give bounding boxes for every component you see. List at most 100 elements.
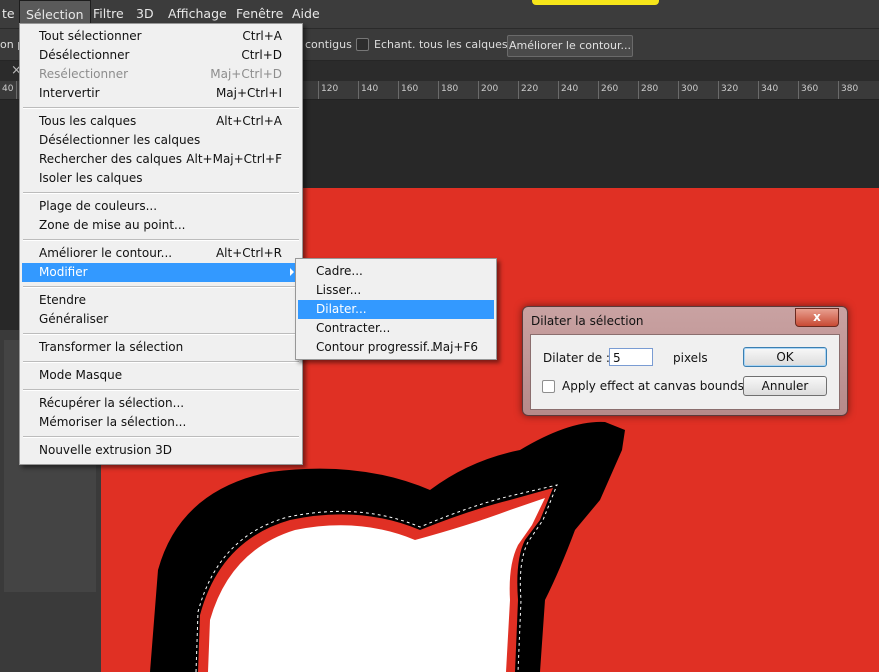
menu-item-label: Rechercher des calques [39, 152, 182, 166]
menu-item-label: Désélectionner [39, 48, 130, 62]
menu-item-label: Transformer la sélection [39, 340, 184, 354]
ruler-tick: 300 [681, 84, 699, 94]
menu-item-label: Dilater... [316, 302, 367, 316]
submenu-item-feather[interactable]: Contour progressif... Maj+F6 [298, 338, 494, 357]
menu-item-label: Tous les calques [39, 114, 137, 128]
ruler-tick: 260 [601, 84, 619, 94]
menu-separator [23, 107, 299, 109]
menu-item-label: Désélectionner les calques [39, 133, 201, 147]
menu-item-shortcut: Alt+Ctrl+A [216, 114, 282, 128]
menu-item-inverse[interactable]: Intervertir Maj+Ctrl+I [22, 84, 300, 103]
canvas-bounds-checkbox[interactable] [542, 380, 555, 393]
menu-item-label: Modifier [39, 265, 88, 279]
menu-item-label: Récupérer la sélection... [39, 396, 185, 410]
dialog-body: Dilater de : 5 pixels Apply effect at ca… [530, 334, 840, 410]
menu-item-label: Lisser... [316, 283, 362, 297]
ruler-tick: 280 [641, 84, 659, 94]
submenu-item-contract[interactable]: Contracter... [298, 319, 494, 338]
cancel-button[interactable]: Annuler [743, 376, 827, 396]
menu-item-label: Généraliser [39, 312, 109, 326]
ruler-tick: 340 [761, 84, 779, 94]
modify-submenu: Cadre... Lisser... Dilater... Contracter… [295, 258, 497, 360]
ruler-tick: 360 [801, 84, 819, 94]
menu-item-label: Tout sélectionner [39, 29, 142, 43]
menu-item-shortcut: Alt+Maj+Ctrl+F [186, 152, 282, 166]
canvas-bounds-label: Apply effect at canvas bounds [562, 379, 744, 393]
window-indicator [532, 0, 659, 5]
menu-separator [23, 361, 299, 363]
menu-item-label: Resélectionner [39, 67, 129, 81]
menu-item-save-selection[interactable]: Mémoriser la sélection... [22, 413, 300, 432]
menu-separator [23, 192, 299, 194]
menu-item-shortcut: Maj+Ctrl+I [215, 86, 282, 100]
menu-item-find-layers[interactable]: Rechercher des calques Alt+Maj+Ctrl+F [22, 150, 300, 169]
menu-item-shortcut: Maj+F6 [432, 340, 478, 354]
menu-item-label: Plage de couleurs... [39, 199, 158, 213]
dialog-title: Dilater la sélection [531, 314, 644, 328]
menu-item-grow[interactable]: Etendre [22, 291, 300, 310]
expand-by-label: Dilater de : [543, 351, 610, 365]
menu-item-shortcut: Alt+Ctrl+R [215, 246, 282, 260]
menu-item-label: Améliorer le contour... [39, 246, 173, 260]
menu-item-shortcut: Ctrl+A [242, 29, 282, 43]
contiguous-label: contigus [305, 38, 352, 51]
submenu-item-border[interactable]: Cadre... [298, 262, 494, 281]
ruler-tick: 40 [2, 84, 14, 94]
menu-item-label: Zone de mise au point... [39, 218, 186, 232]
menu-item-modify[interactable]: Modifier [22, 263, 300, 282]
menu-item-all-layers[interactable]: Tous les calques Alt+Ctrl+A [22, 112, 300, 131]
menu-separator [23, 286, 299, 288]
menu-item-label: Intervertir [39, 86, 100, 100]
ruler-tick: 160 [401, 84, 419, 94]
ruler-tick: 140 [361, 84, 379, 94]
sample-all-checkbox[interactable] [356, 38, 369, 51]
ruler-tick: 380 [841, 84, 859, 94]
menu-separator [23, 239, 299, 241]
menu-item-color-range[interactable]: Plage de couleurs... [22, 197, 300, 216]
menu-item-label: Cadre... [316, 264, 363, 278]
menu-item-label: Contour progressif... [316, 340, 438, 354]
submenu-item-expand[interactable]: Dilater... [298, 300, 494, 319]
menu-item-isolate-layers[interactable]: Isoler les calques [22, 169, 300, 188]
menu-item-load-selection[interactable]: Récupérer la sélection... [22, 394, 300, 413]
close-button[interactable]: x [795, 308, 839, 327]
menu-item-similar[interactable]: Généraliser [22, 310, 300, 329]
sample-all-label: Echant. tous les calques [374, 38, 508, 51]
ok-button[interactable]: OK [743, 347, 827, 367]
menu-item-shortcut: Ctrl+D [241, 48, 282, 62]
menu-separator [23, 436, 299, 438]
menu-item-shortcut: Maj+Ctrl+D [210, 67, 282, 81]
menu-separator [23, 389, 299, 391]
menu-item-refine-edge[interactable]: Améliorer le contour... Alt+Ctrl+R [22, 244, 300, 263]
expand-selection-dialog: Dilater la sélection x Dilater de : 5 pi… [522, 306, 848, 416]
close-icon: x [813, 310, 821, 324]
menu-edit[interactable]: te [0, 0, 21, 28]
menu-item-label: Mode Masque [39, 368, 123, 382]
unit-label: pixels [673, 351, 708, 365]
ruler-tick: 120 [321, 84, 339, 94]
selection-menu: Tout sélectionner Ctrl+A Désélectionner … [19, 23, 303, 465]
menu-item-select-all[interactable]: Tout sélectionner Ctrl+A [22, 27, 300, 46]
ruler-tick: 200 [481, 84, 499, 94]
menu-item-label: Isoler les calques [39, 171, 143, 185]
ruler-tick: 180 [441, 84, 459, 94]
submenu-arrow-icon [290, 268, 294, 276]
menu-item-focus-area[interactable]: Zone de mise au point... [22, 216, 300, 235]
menu-item-transform-selection[interactable]: Transformer la sélection [22, 338, 300, 357]
menu-item-label: Contracter... [316, 321, 391, 335]
menu-separator [23, 333, 299, 335]
ruler-tick: 220 [521, 84, 539, 94]
ruler-tick: 320 [721, 84, 739, 94]
menu-item-deselect[interactable]: Désélectionner Ctrl+D [22, 46, 300, 65]
menu-item-deselect-layers[interactable]: Désélectionner les calques [22, 131, 300, 150]
menu-item-label: Mémoriser la sélection... [39, 415, 187, 429]
ruler-tick: 240 [561, 84, 579, 94]
menu-item-label: Etendre [39, 293, 86, 307]
menu-item-new-3d-extrusion[interactable]: Nouvelle extrusion 3D [22, 441, 300, 460]
submenu-item-smooth[interactable]: Lisser... [298, 281, 494, 300]
menu-item-quick-mask[interactable]: Mode Masque [22, 366, 300, 385]
expand-by-input[interactable]: 5 [609, 348, 653, 366]
menu-item-label: Nouvelle extrusion 3D [39, 443, 173, 457]
menu-item-reselect: Resélectionner Maj+Ctrl+D [22, 65, 300, 84]
refine-edge-button[interactable]: Améliorer le contour... [507, 35, 633, 57]
